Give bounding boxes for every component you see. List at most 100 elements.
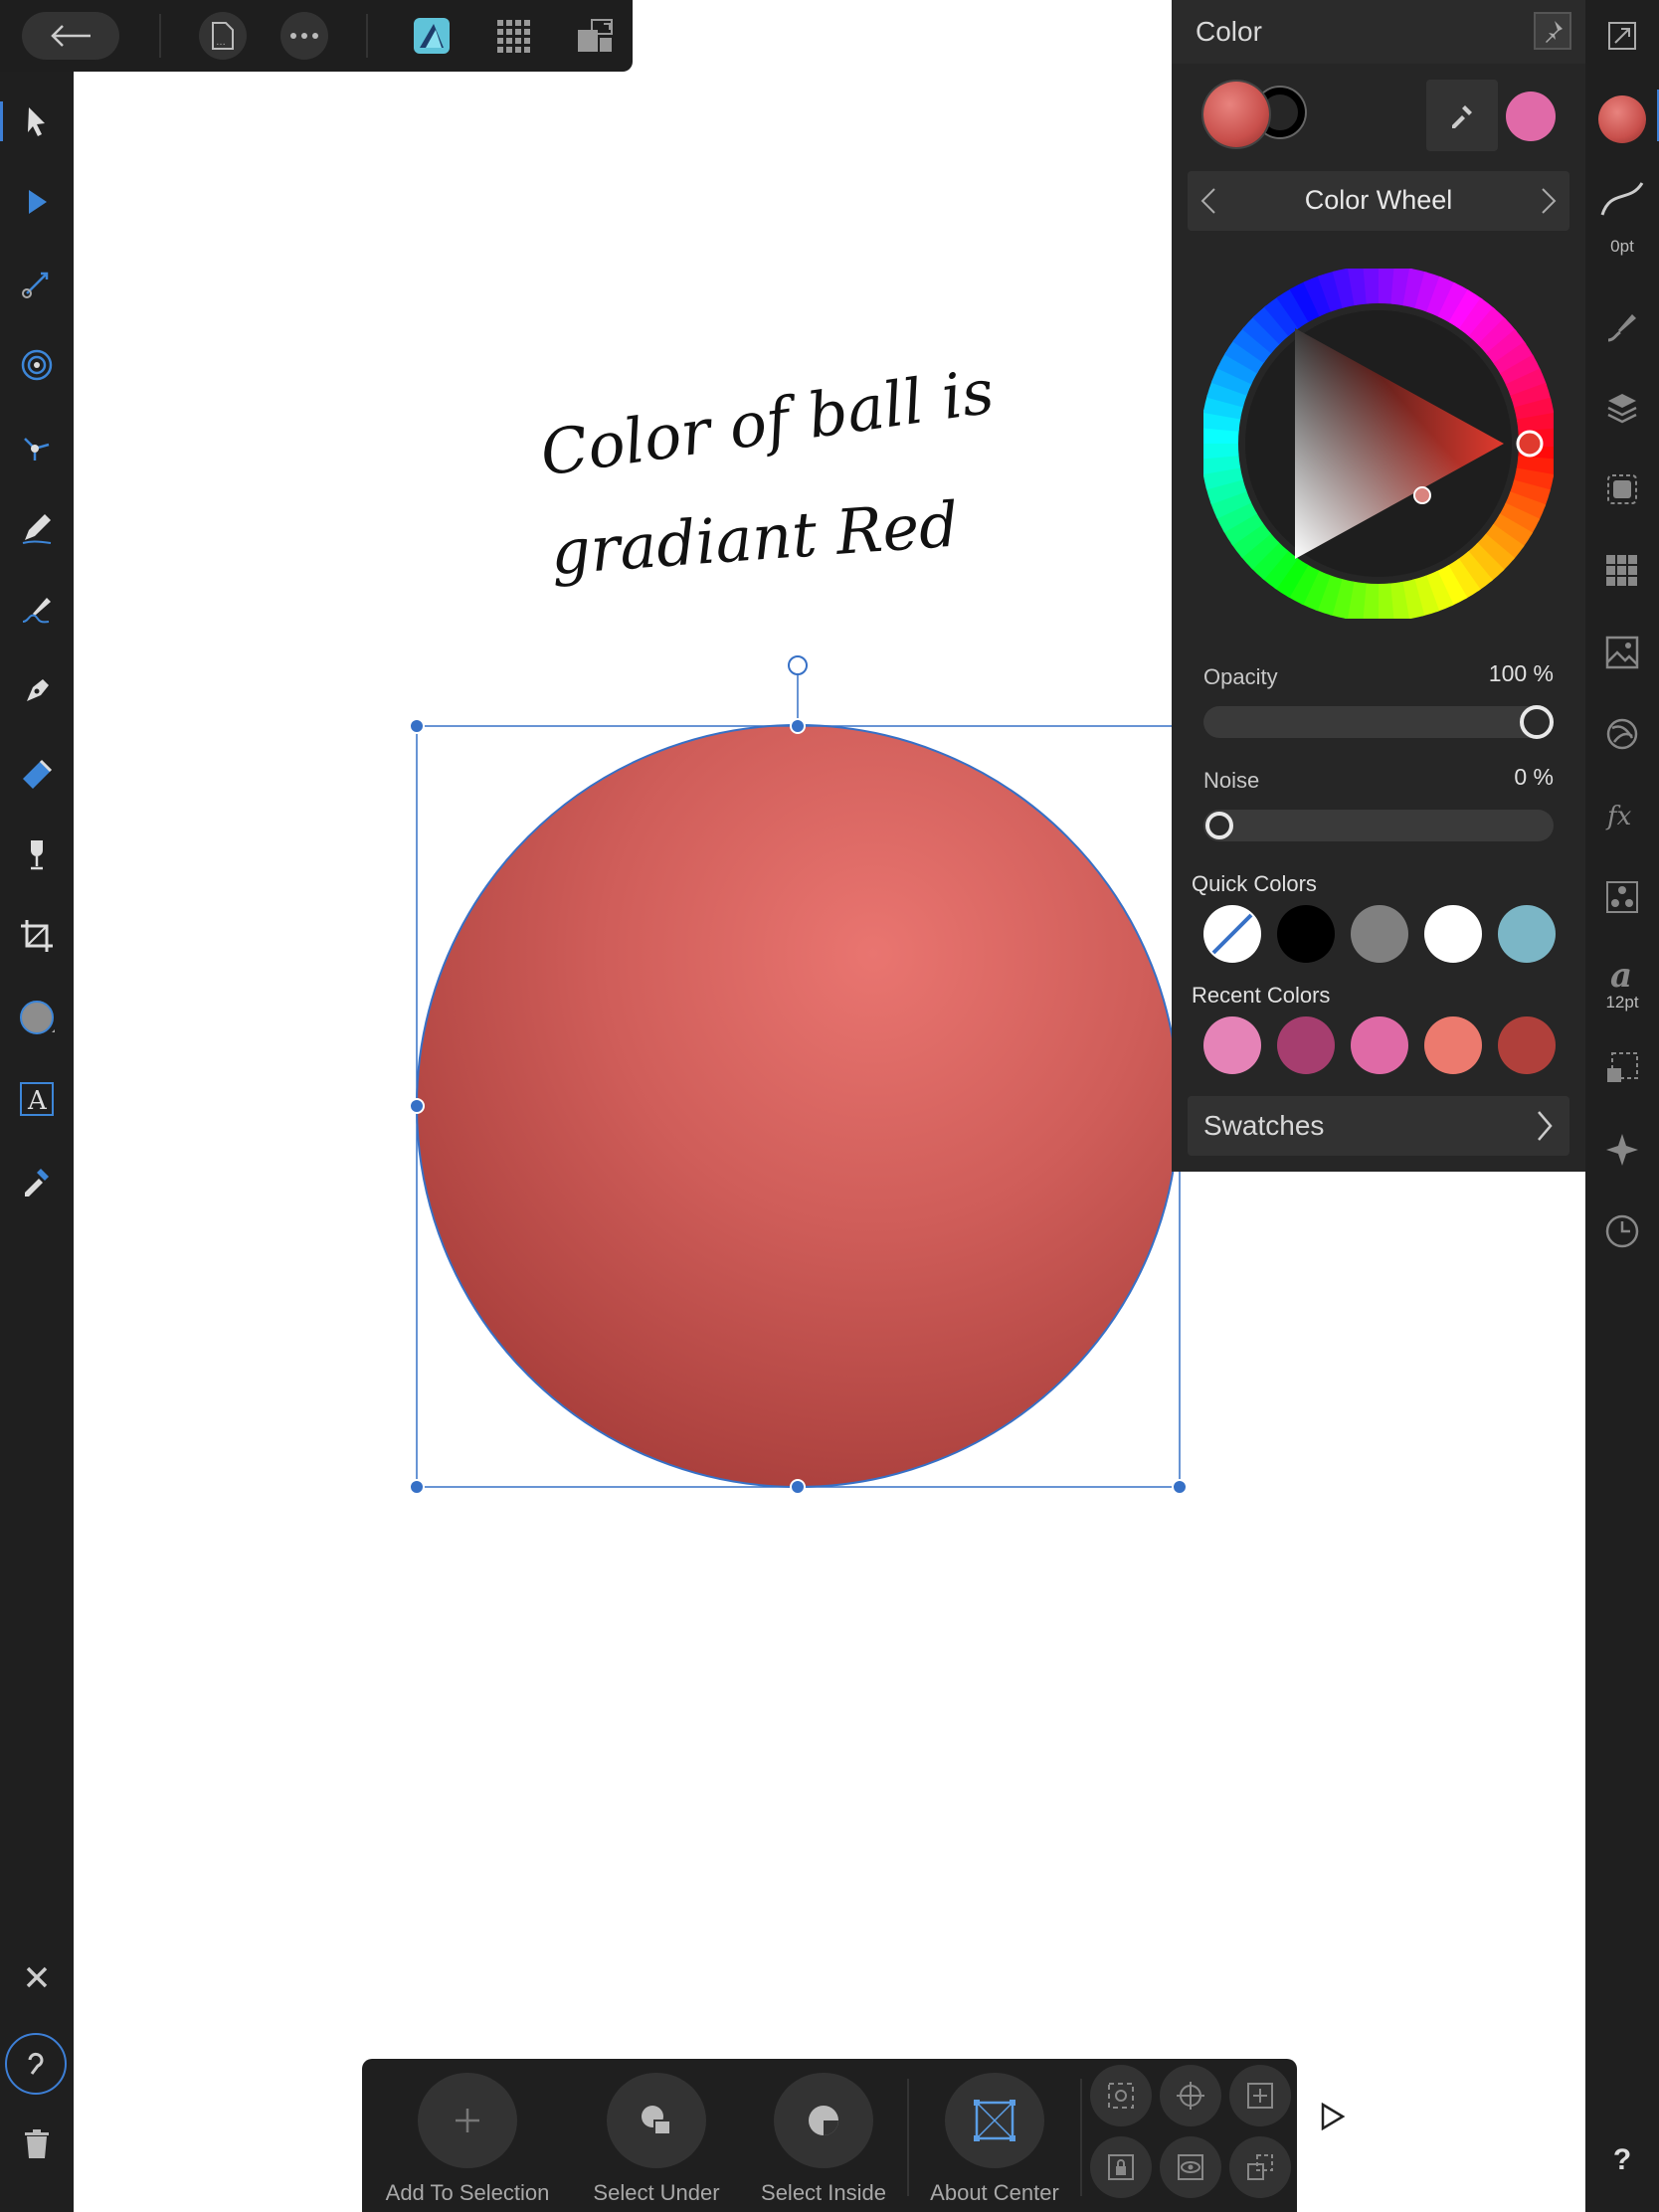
- styles-icon: [1606, 881, 1638, 913]
- arrange-button[interactable]: [1229, 2136, 1291, 2198]
- command-controller-icon: [28, 2052, 44, 2075]
- noise-slider-thumb[interactable]: [1205, 812, 1233, 839]
- transform-studio-button[interactable]: [1598, 710, 1646, 758]
- about-center-button[interactable]: [945, 2073, 1044, 2168]
- saturation-handle[interactable]: [1413, 486, 1431, 504]
- select-inside-button[interactable]: [774, 2073, 873, 2168]
- lock-button[interactable]: [1090, 2136, 1152, 2198]
- delete-button[interactable]: [13, 2120, 61, 2168]
- recent-color-2[interactable]: [1277, 1016, 1335, 1074]
- back-button[interactable]: [22, 12, 119, 60]
- move-tool[interactable]: [0, 97, 61, 145]
- appearance-studio-button[interactable]: [1598, 465, 1646, 513]
- fullscreen-button[interactable]: [1598, 12, 1646, 60]
- typography-studio-button[interactable]: a: [1598, 951, 1646, 999]
- handle-bottom-left[interactable]: [409, 1479, 425, 1495]
- node-tool[interactable]: [13, 178, 61, 226]
- pin-button[interactable]: [1534, 12, 1571, 50]
- fill-tool[interactable]: [13, 749, 61, 797]
- color-picker-tool[interactable]: [13, 1157, 61, 1204]
- expand-context-button[interactable]: [1313, 2097, 1353, 2136]
- more-button[interactable]: [280, 12, 328, 60]
- symbols-studio-button[interactable]: [1598, 1044, 1646, 1092]
- navigator-studio-button[interactable]: [1598, 1126, 1646, 1174]
- chevron-right-icon[interactable]: [1540, 187, 1558, 215]
- noise-slider[interactable]: [1203, 810, 1554, 841]
- opacity-slider-thumb[interactable]: [1520, 705, 1554, 739]
- transform-origin-button[interactable]: [1160, 2065, 1221, 2126]
- align-icon: [1247, 2083, 1273, 2109]
- command-controller-button[interactable]: [5, 2033, 67, 2095]
- stock-studio-button[interactable]: [1598, 629, 1646, 676]
- styles-studio-button[interactable]: [1598, 873, 1646, 921]
- color-icon: [1598, 95, 1646, 143]
- pencil-tool[interactable]: [13, 504, 61, 552]
- align-button[interactable]: [1229, 2065, 1291, 2126]
- pixel-persona-button[interactable]: [489, 12, 537, 60]
- brushes-studio-button[interactable]: [1598, 302, 1646, 350]
- handle-bottom-center[interactable]: [790, 1479, 806, 1495]
- history-studio-button[interactable]: [1598, 1207, 1646, 1255]
- pointer-icon: [28, 107, 45, 136]
- quick-color-1[interactable]: [1203, 905, 1261, 963]
- navigator-icon: [1606, 1134, 1638, 1166]
- quick-color-3[interactable]: [1351, 905, 1408, 963]
- color-studio-button[interactable]: [1598, 95, 1646, 143]
- recent-color-1[interactable]: [1203, 1016, 1261, 1074]
- recent-color-3[interactable]: [1351, 1016, 1408, 1074]
- crop-tool[interactable]: [13, 912, 61, 960]
- transparency-tool[interactable]: [13, 830, 61, 878]
- layers-studio-button[interactable]: [1598, 384, 1646, 432]
- help-button[interactable]: ?: [1598, 2136, 1646, 2184]
- color-mode-selector[interactable]: Color Wheel: [1188, 171, 1569, 231]
- effects-studio-button[interactable]: fx: [1598, 792, 1646, 839]
- context-toolbar: Add To Selection Select Under Select Ins…: [362, 2059, 1297, 2212]
- color-mode-label: Color Wheel: [1304, 185, 1453, 215]
- handle-top-left[interactable]: [409, 718, 425, 734]
- handle-bottom-right[interactable]: [1172, 1479, 1188, 1495]
- fill-well[interactable]: [1203, 82, 1269, 147]
- snapping-button[interactable]: [1090, 2065, 1152, 2126]
- text-tool[interactable]: A: [13, 1075, 61, 1123]
- contour-tool[interactable]: [13, 423, 61, 470]
- select-under-button[interactable]: [607, 2073, 706, 2168]
- recent-color-5[interactable]: [1498, 1016, 1556, 1074]
- quick-color-2[interactable]: [1277, 905, 1335, 963]
- export-persona-button[interactable]: [571, 12, 619, 60]
- target-icon: [21, 349, 53, 381]
- swatches-studio-button[interactable]: [1598, 547, 1646, 595]
- vector-brush-tool[interactable]: [13, 586, 61, 634]
- select-under-icon: [642, 2106, 671, 2135]
- handle-top-center[interactable]: [790, 718, 806, 734]
- document-button[interactable]: …: [199, 12, 247, 60]
- picked-color-well[interactable]: [1506, 92, 1556, 141]
- color-picker-button[interactable]: [1426, 80, 1498, 151]
- ellipse-tool[interactable]: [13, 994, 61, 1041]
- svg-text:A: A: [27, 1086, 48, 1116]
- point-transform-tool[interactable]: [13, 260, 61, 307]
- swatches-button[interactable]: Swatches: [1188, 1096, 1569, 1156]
- opacity-slider[interactable]: [1203, 705, 1554, 739]
- add-to-selection-button[interactable]: [418, 2073, 517, 2168]
- pen-tool[interactable]: [13, 667, 61, 715]
- trash-icon: [25, 2129, 49, 2158]
- close-button[interactable]: [13, 1953, 61, 2001]
- corner-tool[interactable]: [13, 341, 61, 389]
- text-icon: A: [20, 1082, 54, 1116]
- wine-glass-icon: [31, 840, 43, 870]
- select-under-label: Select Under: [593, 2180, 720, 2205]
- recent-color-4[interactable]: [1424, 1016, 1482, 1074]
- color-wheel[interactable]: [1203, 269, 1554, 619]
- rotation-handle[interactable]: [788, 655, 808, 675]
- quick-color-4[interactable]: [1424, 905, 1482, 963]
- contour-icon: [24, 438, 50, 461]
- designer-persona-button[interactable]: [408, 12, 456, 60]
- quick-color-5[interactable]: [1498, 905, 1556, 963]
- document-icon: …: [212, 22, 234, 50]
- visibility-button[interactable]: [1160, 2136, 1221, 2198]
- red-ball[interactable]: [416, 724, 1180, 1488]
- select-inside-label: Select Inside: [761, 2180, 886, 2205]
- stroke-studio-button[interactable]: [1598, 175, 1646, 223]
- hue-handle[interactable]: [1516, 430, 1544, 458]
- handle-middle-left[interactable]: [409, 1098, 425, 1114]
